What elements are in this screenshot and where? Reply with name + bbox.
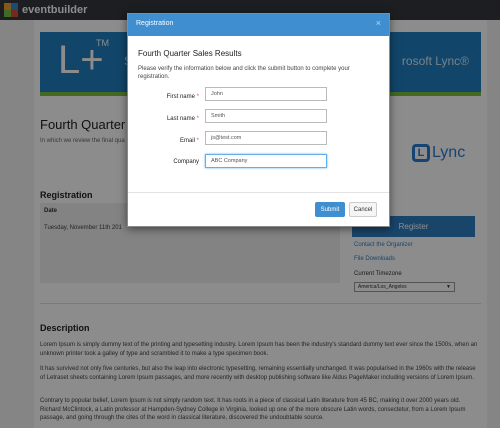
required-marker: * [196,116,199,122]
company-field[interactable]: ABC Company [205,154,327,168]
modal-title: Registration [136,20,174,27]
first-name-label: First name * [166,94,199,100]
cancel-button[interactable]: Cancel [349,202,377,217]
company-label: Company [173,159,199,165]
email-label: Email * [179,138,199,144]
first-name-field[interactable]: John [205,87,327,101]
close-icon[interactable]: × [376,18,381,28]
modal-event-title: Fourth Quarter Sales Results [138,49,242,58]
registration-modal: Registration × Fourth Quarter Sales Resu… [127,13,390,227]
modal-footer-divider [128,192,389,193]
last-name-label: Last name * [166,116,199,122]
required-marker: * [196,94,199,100]
submit-button[interactable]: Submit [315,202,345,217]
last-name-field[interactable]: Smith [205,109,327,123]
modal-instructions: Please verify the information below and … [138,66,350,80]
modal-header: Registration × [128,14,389,36]
required-marker: * [196,138,199,144]
email-field[interactable]: js@test.com [205,131,327,145]
